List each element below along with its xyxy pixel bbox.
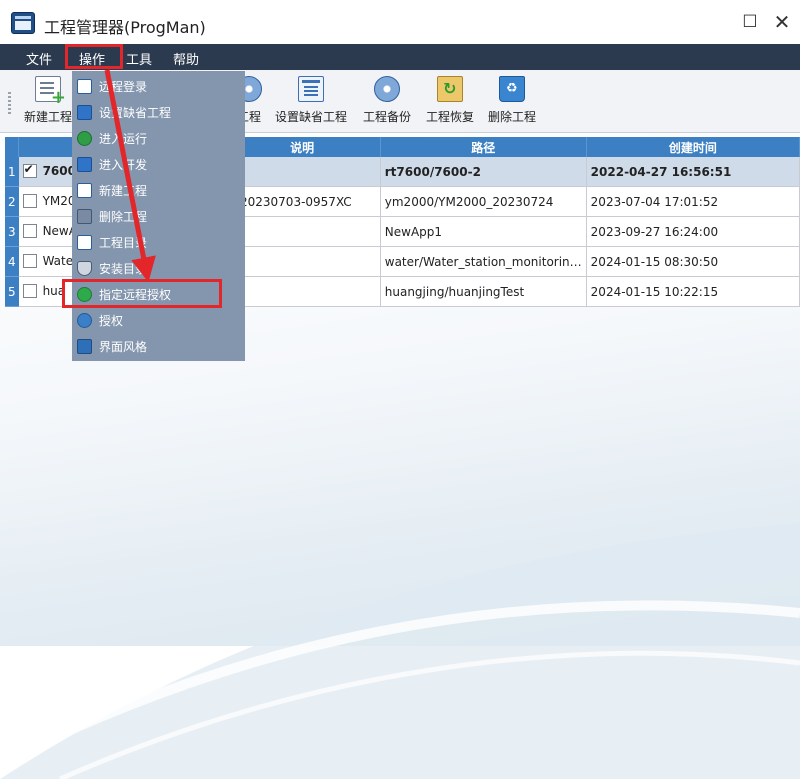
background-swoosh xyxy=(0,523,800,779)
row-number[interactable]: 2 xyxy=(5,186,19,217)
new-project-button[interactable]: 新建工程 xyxy=(22,76,74,125)
menu-item-authorize[interactable]: 授权 xyxy=(72,307,245,333)
delete-project-icon xyxy=(77,209,92,224)
cell-description[interactable] xyxy=(224,157,381,187)
menu-help[interactable]: 帮助 xyxy=(173,49,199,68)
menu-item-enter-develop[interactable]: 进入开发 xyxy=(72,151,245,177)
delete-trash-icon xyxy=(499,76,525,102)
row-number[interactable]: 5 xyxy=(5,276,19,307)
project-name: Wate xyxy=(42,254,74,269)
restore-folder-icon xyxy=(437,76,463,102)
menu-item-remote-login[interactable]: 远程登录 xyxy=(72,73,245,99)
window-title: 工程管理器(ProgMan) xyxy=(44,18,206,37)
cell-path[interactable]: NewApp1 xyxy=(380,216,587,247)
install-directory-icon xyxy=(77,261,92,276)
row-number[interactable]: 4 xyxy=(5,246,19,277)
menu-item-project-directory[interactable]: 工程目录 xyxy=(72,229,245,255)
delete-project-label: 删除工程 xyxy=(487,110,536,124)
cell-created-time[interactable]: 2024-01-15 08:30:50 xyxy=(586,246,800,277)
title-bar: 工程管理器(ProgMan) ☐ ✕ xyxy=(0,0,800,44)
menu-item-ui-style[interactable]: 界面风格 xyxy=(72,333,245,359)
menu-item-new-project[interactable]: 新建工程 xyxy=(72,177,245,203)
menu-item-label: 授权 xyxy=(99,314,124,328)
set-default-icon xyxy=(77,105,92,120)
project-directory-icon xyxy=(77,235,92,250)
cell-created-time[interactable]: 2023-09-27 16:24:00 xyxy=(586,216,800,247)
cell-created-time[interactable]: 2022-04-27 16:56:51 xyxy=(586,157,800,187)
header-created-time[interactable]: 创建时间 xyxy=(586,137,800,157)
cell-description[interactable] xyxy=(224,246,381,277)
menu-file[interactable]: 文件 xyxy=(26,49,52,68)
menu-item-label: 新建工程 xyxy=(99,184,148,198)
new-project-label: 新建工程 xyxy=(23,110,72,124)
toolbar-grip[interactable] xyxy=(8,92,11,114)
restore-project-button[interactable]: 工程恢复 xyxy=(424,76,476,125)
annotation-box-remote-authorize xyxy=(62,279,222,308)
header-description[interactable]: 说明 xyxy=(224,137,381,157)
set-default-project-button[interactable]: 设置缺省工程 xyxy=(272,76,350,125)
close-button[interactable]: ✕ xyxy=(772,12,792,32)
row-checkbox[interactable] xyxy=(22,253,37,268)
menu-item-install-directory[interactable]: 安装目录 xyxy=(72,255,245,281)
app-icon xyxy=(11,12,35,34)
delete-project-button[interactable]: 删除工程 xyxy=(486,76,538,125)
header-corner xyxy=(5,137,20,157)
develop-wrench-icon xyxy=(77,157,92,172)
menu-item-delete-project[interactable]: 删除工程 xyxy=(72,203,245,229)
new-project-icon xyxy=(35,76,66,108)
menu-item-label: 工程目录 xyxy=(99,236,148,250)
new-project-icon xyxy=(77,183,92,198)
authorize-icon xyxy=(77,313,92,328)
header-path[interactable]: 路径 xyxy=(380,137,587,157)
set-default-project-label: 设置缺省工程 xyxy=(274,110,347,124)
row-checkbox[interactable] xyxy=(22,193,37,208)
cell-description[interactable] xyxy=(224,216,381,247)
cell-description[interactable] xyxy=(224,276,381,307)
operation-dropdown-menu: 远程登录 设置缺省工程 进入运行 进入开发 新建工程 删除工程 工程目录 安装目… xyxy=(72,71,245,361)
backup-disk-icon xyxy=(374,76,400,102)
menu-item-label: 远程登录 xyxy=(99,80,148,94)
cell-created-time[interactable]: 2024-01-15 10:22:15 xyxy=(586,276,800,307)
menu-item-label: 安装目录 xyxy=(99,262,148,276)
remote-login-icon xyxy=(77,79,92,94)
backup-project-label: 工程备份 xyxy=(362,110,411,124)
menu-item-enter-run[interactable]: 进入运行 xyxy=(72,125,245,151)
annotation-box-operation-menu xyxy=(65,44,123,69)
project-name: 7600 xyxy=(42,164,76,179)
maximize-button[interactable]: ☐ xyxy=(740,12,760,32)
restore-project-label: 工程恢复 xyxy=(425,110,474,124)
row-number[interactable]: 3 xyxy=(5,216,19,247)
cell-path[interactable]: water/Water_station_monitorin… xyxy=(380,246,587,277)
menu-item-set-default[interactable]: 设置缺省工程 xyxy=(72,99,245,125)
menu-tools[interactable]: 工具 xyxy=(126,49,152,68)
menu-item-label: 界面风格 xyxy=(99,340,148,354)
row-checkbox[interactable] xyxy=(22,223,37,238)
cell-path[interactable]: huangjing/huanjingTest xyxy=(380,276,587,307)
row-number[interactable]: 1 xyxy=(5,157,19,187)
menu-item-label: 设置缺省工程 xyxy=(99,106,172,120)
project-name: YM20 xyxy=(42,194,76,209)
ui-style-icon xyxy=(77,339,92,354)
set-default-project-icon xyxy=(298,76,324,102)
run-icon xyxy=(77,131,92,146)
cell-path[interactable]: ym2000/YM2000_20230724 xyxy=(380,186,587,217)
menu-item-label: 进入开发 xyxy=(99,158,148,172)
cell-created-time[interactable]: 2023-07-04 17:01:52 xyxy=(586,186,800,217)
cell-path[interactable]: rt7600/7600-2 xyxy=(380,157,587,187)
menu-item-label: 删除工程 xyxy=(99,210,148,224)
row-checkbox[interactable] xyxy=(22,162,37,178)
cell-description[interactable]: 1 20230703-0957XC xyxy=(224,186,381,217)
backup-project-button[interactable]: 工程备份 xyxy=(360,76,414,125)
row-checkbox[interactable] xyxy=(22,283,37,298)
menu-item-label: 进入运行 xyxy=(99,132,148,146)
